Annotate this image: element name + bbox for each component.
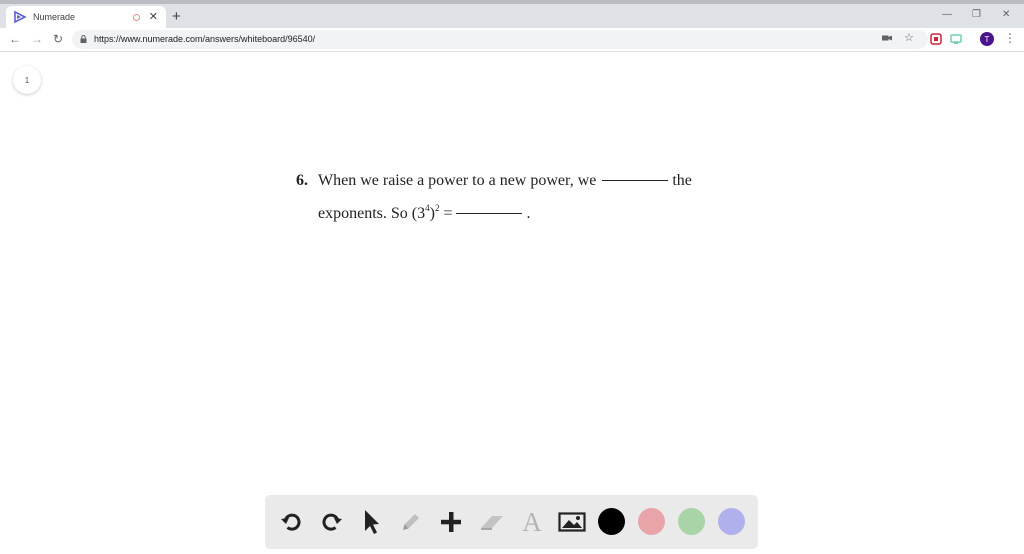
address-bar[interactable]: https://www.numerade.com/answers/whitebo… bbox=[72, 30, 928, 49]
menu-dots-icon[interactable]: ⋮ bbox=[1004, 32, 1016, 44]
browser-tab[interactable]: Numerade ✕ bbox=[6, 6, 166, 28]
tab-close-icon[interactable]: ✕ bbox=[149, 11, 158, 23]
pencil-icon[interactable] bbox=[396, 507, 426, 537]
color-swatch-black[interactable] bbox=[598, 508, 625, 535]
pointer-icon[interactable] bbox=[356, 507, 386, 537]
url-text: https://www.numerade.com/answers/whitebo… bbox=[94, 34, 316, 44]
image-icon[interactable] bbox=[557, 507, 587, 537]
answer-blank-1 bbox=[602, 180, 669, 181]
extension-icon[interactable] bbox=[930, 33, 942, 45]
question-line-2: exponents. So (34)2 =. bbox=[318, 203, 530, 223]
color-swatch-green[interactable] bbox=[678, 508, 705, 535]
forward-icon[interactable]: → bbox=[31, 33, 43, 45]
browser-toolbar: ← → ↻ https://www.numerade.com/answers/w… bbox=[0, 28, 1024, 52]
period: . bbox=[526, 205, 531, 222]
window-close-icon[interactable]: ✕ bbox=[1002, 10, 1010, 20]
equals-sign: = bbox=[439, 205, 453, 222]
extension-icon-2[interactable] bbox=[950, 33, 962, 45]
text-icon[interactable]: A bbox=[517, 507, 547, 537]
recording-indicator-icon bbox=[132, 13, 140, 21]
numerade-favicon-icon bbox=[14, 11, 26, 23]
back-icon[interactable]: ← bbox=[9, 33, 21, 45]
redo-icon[interactable] bbox=[317, 507, 347, 537]
question-text-part: When we raise a power to a new power, we bbox=[318, 172, 597, 189]
camera-icon[interactable] bbox=[882, 33, 892, 46]
tab-strip: Numerade ✕ + — ❐ ✕ bbox=[0, 0, 1024, 28]
minimize-icon[interactable]: — bbox=[942, 10, 952, 20]
question-line-1: When we raise a power to a new power, we… bbox=[318, 172, 692, 190]
reload-icon[interactable]: ↻ bbox=[53, 33, 63, 45]
whiteboard-toolbar: A bbox=[265, 495, 758, 549]
color-swatch-pink[interactable] bbox=[638, 508, 665, 535]
question-text-part: the bbox=[672, 172, 692, 189]
tab-title: Numerade bbox=[33, 12, 76, 22]
avatar[interactable]: T bbox=[980, 32, 994, 46]
page-number-badge[interactable]: 1 bbox=[13, 66, 41, 94]
bookmark-star-icon[interactable]: ☆ bbox=[904, 33, 914, 44]
restore-icon[interactable]: ❐ bbox=[972, 10, 981, 20]
add-icon[interactable] bbox=[436, 507, 466, 537]
color-swatch-lavender[interactable] bbox=[718, 508, 745, 535]
new-tab-button[interactable]: + bbox=[172, 9, 181, 24]
undo-icon[interactable] bbox=[276, 507, 306, 537]
answer-blank-2 bbox=[456, 213, 523, 214]
question-text-part: exponents. So (3 bbox=[318, 205, 426, 222]
eraser-icon[interactable] bbox=[477, 507, 507, 537]
question-number: 6. bbox=[296, 172, 308, 189]
lock-icon bbox=[80, 35, 87, 43]
